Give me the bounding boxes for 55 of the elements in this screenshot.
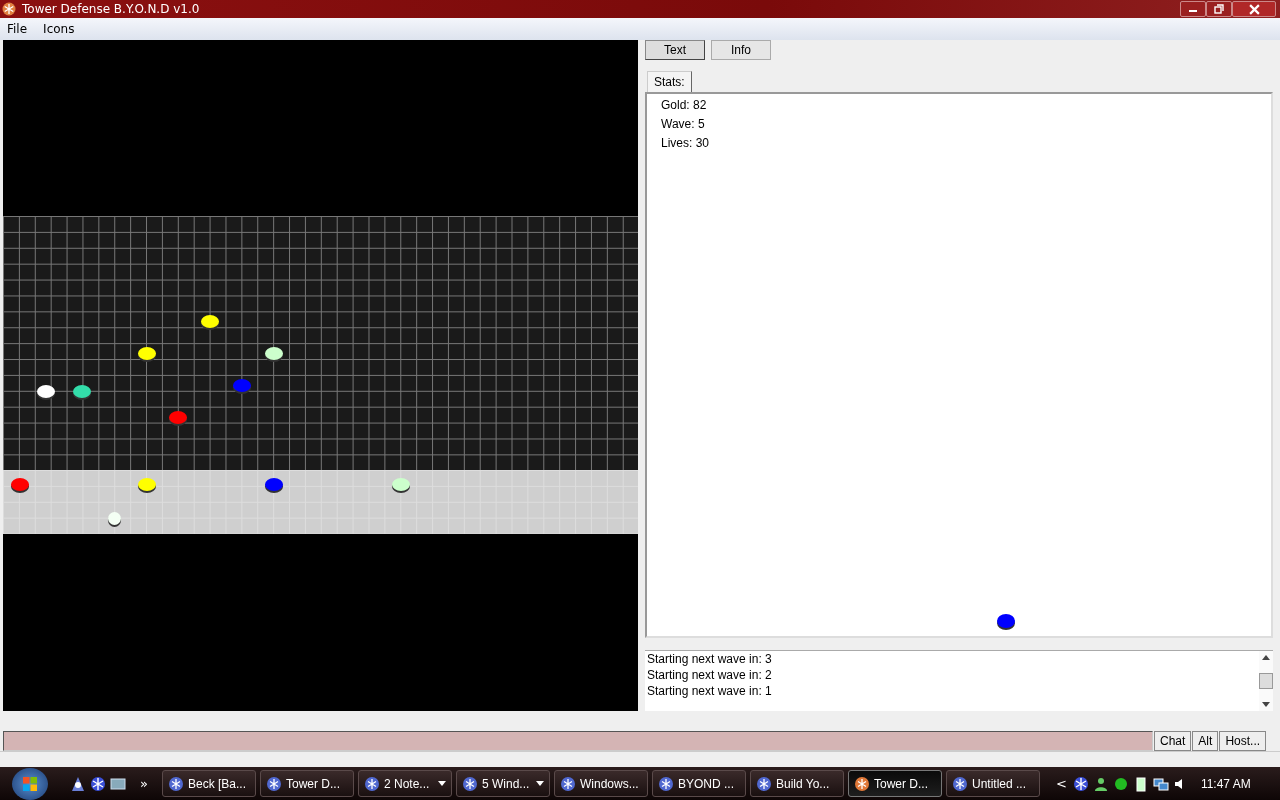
snowflake-icon — [2, 2, 16, 16]
taskbar-button[interactable]: Windows... — [553, 770, 648, 797]
app-icon — [755, 775, 772, 792]
app-icon — [951, 775, 968, 792]
person-icon[interactable] — [1092, 775, 1109, 792]
taskbar-button[interactable]: Untitled ... — [945, 770, 1040, 797]
log-line: Starting next wave in: 3 — [647, 651, 773, 668]
snowflake-icon[interactable] — [1072, 775, 1089, 792]
app-icon — [363, 775, 380, 792]
stat-text: Gold: 82 — [661, 96, 708, 114]
app-icon — [461, 775, 478, 792]
taskbar-button[interactable]: 2 Note... — [357, 770, 452, 797]
taskbar-button[interactable]: Beck [Ba... — [161, 770, 256, 797]
restore-button[interactable] — [1206, 1, 1232, 17]
panel-tab[interactable]: Info — [711, 40, 771, 60]
clock: 11:47 AM — [1200, 776, 1251, 791]
app-icon — [853, 775, 870, 792]
taskbar-button[interactable]: BYOND ... — [651, 770, 746, 797]
scroll-down-icon[interactable] — [1262, 702, 1270, 708]
input-mode-button[interactable]: Alt — [1192, 731, 1219, 751]
four-squares-icon — [22, 775, 38, 792]
snowflake-icon[interactable] — [90, 775, 106, 792]
panel-tab[interactable]: Text — [645, 40, 705, 60]
tray-toggle[interactable]: < — [1055, 776, 1067, 791]
start-button[interactable] — [12, 767, 48, 800]
app-icon — [167, 775, 184, 792]
stat-text: Wave: 5 — [661, 115, 706, 133]
taskbar-button[interactable]: 5 Wind... — [455, 770, 550, 797]
app-icon — [559, 775, 576, 792]
restore-icon — [1214, 4, 1224, 14]
command-input[interactable] — [3, 731, 1153, 751]
close-button[interactable] — [1232, 1, 1276, 17]
input-mode-button[interactable]: Chat — [1154, 731, 1192, 751]
menu-item[interactable]: File — [7, 22, 28, 36]
overflow-chevron[interactable]: » — [140, 776, 148, 791]
log-line: Starting next wave in: 1 — [647, 683, 773, 700]
scroll-up-icon[interactable] — [1262, 654, 1270, 661]
taskbar-button[interactable]: Tower D... — [259, 770, 354, 797]
close-icon — [1248, 3, 1260, 15]
input-mode-button[interactable]: Host... — [1219, 731, 1267, 751]
window-title: Tower Defense B.Y.O.N.D v1.0 — [22, 2, 200, 16]
menu-item[interactable]: Icons — [43, 22, 75, 36]
log-line: Starting next wave in: 2 — [647, 667, 773, 684]
taskbar-button[interactable]: Tower D... — [847, 770, 942, 797]
app-icon — [657, 775, 674, 792]
status-dot-icon[interactable] — [1112, 775, 1129, 792]
network-icon[interactable] — [1152, 775, 1169, 792]
taskbar-button[interactable]: Build Yo... — [749, 770, 844, 797]
app-icon[interactable] — [70, 775, 86, 792]
stat-text: Lives: 30 — [661, 134, 711, 152]
minimize-button[interactable] — [1180, 1, 1206, 17]
scrollbar[interactable] — [1259, 651, 1273, 711]
desktop-icon[interactable] — [110, 775, 126, 792]
stats-tab[interactable]: Stats: — [647, 70, 692, 92]
app-icon — [265, 775, 282, 792]
